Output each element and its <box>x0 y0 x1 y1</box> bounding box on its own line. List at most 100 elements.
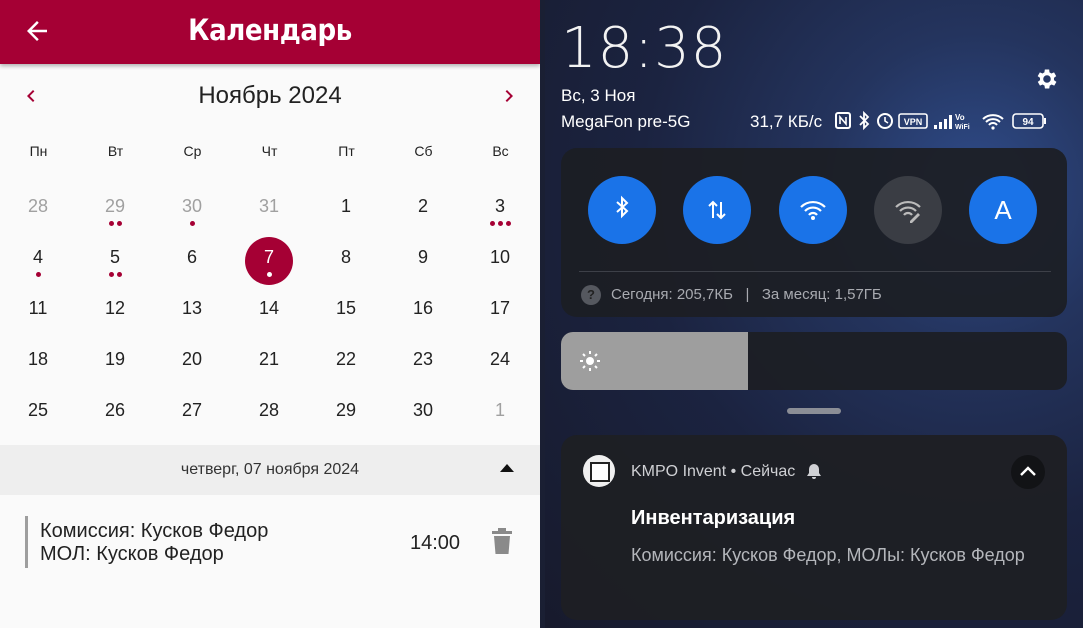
day-cell[interactable]: 3 <box>470 190 530 240</box>
day-cell[interactable]: 1 <box>316 190 376 240</box>
day-cell[interactable]: 16 <box>393 292 453 342</box>
wifi-edit-icon <box>895 200 921 223</box>
day-cell[interactable]: 6 <box>162 241 222 291</box>
day-number: 23 <box>412 349 434 369</box>
bluetooth-tile[interactable] <box>588 176 656 244</box>
help-icon[interactable]: ? <box>581 285 601 305</box>
day-number: 7 <box>263 247 274 267</box>
weekday-label: Сб <box>414 143 433 159</box>
day-number: 29 <box>335 400 357 420</box>
selected-date-label: четверг, 07 ноября 2024 <box>180 461 360 478</box>
data-arrows-icon <box>708 200 726 220</box>
app-icon <box>583 455 615 487</box>
day-cell[interactable]: 17 <box>470 292 530 342</box>
day-cell[interactable]: 21 <box>239 343 299 393</box>
day-number: 20 <box>181 349 203 369</box>
day-number: 28 <box>27 196 49 216</box>
day-cell[interactable]: 29 <box>316 394 376 444</box>
vpn-icon: VPN <box>898 113 928 129</box>
day-cell[interactable]: 29 <box>85 190 145 240</box>
notification-app-label: KMPO Invent • Сейчас <box>631 463 796 480</box>
brightness-slider[interactable] <box>561 332 1067 390</box>
day-number: 19 <box>104 349 126 369</box>
shade-drag-handle[interactable] <box>787 408 841 414</box>
day-number: 12 <box>104 298 126 318</box>
day-number: 16 <box>412 298 434 318</box>
day-cell[interactable]: 1 <box>470 394 530 444</box>
day-number: 30 <box>181 196 203 216</box>
day-number: 26 <box>104 400 126 420</box>
day-cell[interactable]: 24 <box>470 343 530 393</box>
day-cell[interactable]: 28 <box>239 394 299 444</box>
gear-icon[interactable] <box>1034 66 1060 92</box>
day-cell[interactable]: 13 <box>162 292 222 342</box>
status-date: Вс, 3 Ноя <box>561 86 636 105</box>
event-dot <box>497 221 503 226</box>
day-number: 10 <box>489 247 511 267</box>
wifi-tile[interactable] <box>779 176 847 244</box>
event-dots <box>239 271 299 279</box>
event-dots <box>470 220 530 228</box>
day-cell[interactable]: 8 <box>316 241 376 291</box>
day-cell[interactable]: 25 <box>8 394 68 444</box>
day-cell[interactable]: 18 <box>8 343 68 393</box>
day-cell[interactable]: 14 <box>239 292 299 342</box>
collapse-triangle-icon[interactable] <box>500 463 514 473</box>
day-number: 29 <box>104 196 126 216</box>
event-dots <box>85 220 145 228</box>
day-cell[interactable]: 30 <box>393 394 453 444</box>
event-mol: МОЛ: Кусков Федор <box>40 543 224 565</box>
chevron-right-icon[interactable] <box>497 84 521 108</box>
bluetooth-icon <box>616 195 629 219</box>
day-number: 3 <box>494 196 505 216</box>
auto-brightness-tile[interactable]: A <box>969 176 1037 244</box>
event-item[interactable]: Комиссия: Кусков Федор МОЛ: Кусков Федор… <box>25 516 525 568</box>
calendar-app: Календарь Ноябрь 2024 Пн Вт Ср Чт Пт Сб Вс 28 2… <box>0 0 540 628</box>
day-number: 1 <box>494 400 505 420</box>
trash-icon[interactable] <box>491 528 513 554</box>
notification-card[interactable]: KMPO Invent • Сейчас Инвентаризация Коми… <box>561 435 1067 620</box>
selected-date-bar[interactable]: четверг, 07 ноября 2024 <box>0 445 540 495</box>
day-cell[interactable]: 31 <box>239 190 299 240</box>
letter-a-icon: A <box>994 195 1012 225</box>
day-cell[interactable]: 10 <box>470 241 530 291</box>
status-icons: VPN Vo WiFi 94 <box>835 110 1046 131</box>
bluetooth-icon <box>859 110 870 131</box>
day-cell[interactable]: 19 <box>85 343 145 393</box>
notification-body: Комиссия: Кусков Федор, МОЛы: Кусков Фед… <box>631 545 1025 565</box>
day-number: 1 <box>340 196 351 216</box>
day-cell[interactable]: 28 <box>8 190 68 240</box>
svg-text:Vo: Vo <box>955 113 965 122</box>
nfc-icon <box>835 112 851 129</box>
weekday-label: Пн <box>29 143 48 159</box>
event-dot <box>116 221 122 226</box>
day-cell[interactable]: 5 <box>85 241 145 291</box>
day-cell[interactable]: 26 <box>85 394 145 444</box>
notification-title: Инвентаризация <box>631 507 796 529</box>
wifi-edit-tile[interactable] <box>874 176 942 244</box>
day-cell[interactable]: 27 <box>162 394 222 444</box>
day-cell[interactable]: 11 <box>8 292 68 342</box>
mobile-data-tile[interactable] <box>683 176 751 244</box>
app-bar: Календарь <box>0 0 540 64</box>
day-number: 8 <box>340 247 351 267</box>
day-cell[interactable]: 2 <box>393 190 453 240</box>
event-dot <box>189 221 195 226</box>
battery-level: 94 <box>1022 117 1034 128</box>
day-cell[interactable]: 20 <box>162 343 222 393</box>
day-cell[interactable]: 30 <box>162 190 222 240</box>
day-cell[interactable]: 22 <box>316 343 376 393</box>
day-number: 14 <box>258 298 280 318</box>
day-cell-selected[interactable]: 7 <box>239 237 299 291</box>
day-cell[interactable]: 12 <box>85 292 145 342</box>
day-cell[interactable]: 9 <box>393 241 453 291</box>
weekday-label: Чт <box>261 143 278 159</box>
day-number: 4 <box>32 247 43 267</box>
event-commission: Комиссия: Кусков Федор <box>40 520 269 542</box>
day-cell[interactable]: 15 <box>316 292 376 342</box>
expand-button[interactable] <box>1011 455 1045 489</box>
day-cell[interactable]: 23 <box>393 343 453 393</box>
day-number: 30 <box>412 400 434 420</box>
day-cell[interactable]: 4 <box>8 241 68 291</box>
day-number: 21 <box>258 349 280 369</box>
